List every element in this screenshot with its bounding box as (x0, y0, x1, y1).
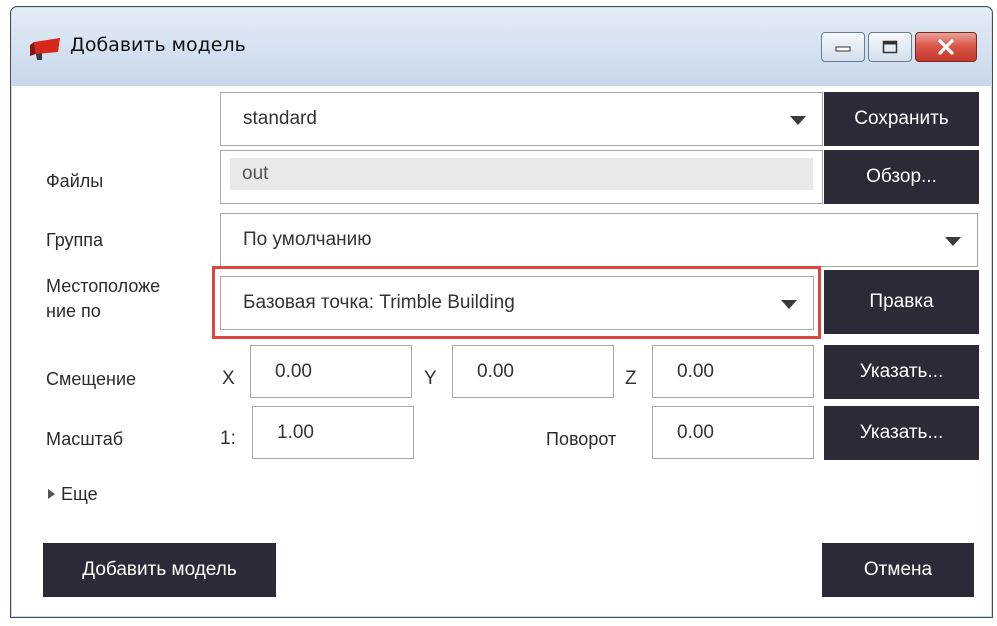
group-value: По умолчанию (243, 229, 372, 250)
dialog-body: standard Сохранить Файлы out Обзор... Гр… (12, 86, 991, 616)
minimize-icon (835, 46, 851, 52)
offset-z-input[interactable]: 0.00 (652, 345, 814, 398)
scale-prefix: 1: (220, 428, 236, 449)
pick-scale-button[interactable]: Указать... (824, 406, 979, 460)
location-select[interactable]: Базовая точка: Trimble Building (220, 276, 814, 330)
save-button[interactable]: Сохранить (824, 92, 979, 146)
rotation-label: Поворот (546, 429, 617, 449)
chevron-down-icon (945, 237, 961, 246)
more-label: Еще (61, 484, 98, 504)
offset-y-label: Y (424, 368, 437, 389)
scale-label: Масштаб (46, 429, 124, 449)
browse-button[interactable]: Обзор... (824, 150, 979, 204)
offset-label: Смещение (46, 369, 137, 389)
location-label-line1: Местоположе (46, 276, 161, 296)
location-value: Базовая точка: Trimble Building (243, 292, 515, 313)
window-title: Добавить модель (70, 34, 246, 56)
group-label: Группа (46, 230, 104, 250)
maximize-button[interactable] (868, 32, 912, 62)
add-model-dialog: Добавить модель standard Сохранить Файлы (10, 6, 993, 618)
offset-y-input[interactable]: 0.00 (452, 345, 614, 398)
offset-x-label: X (222, 368, 235, 389)
scale-input[interactable]: 1.00 (252, 406, 414, 459)
location-label: Местоположе ние по (46, 274, 160, 324)
template-value: standard (243, 108, 317, 129)
pick-offset-button[interactable]: Указать... (824, 345, 979, 399)
more-expander[interactable]: Еще (48, 484, 98, 505)
minimize-button[interactable] (821, 32, 865, 62)
close-icon (938, 39, 954, 55)
cancel-button[interactable]: Отмена (822, 543, 974, 597)
edit-button[interactable]: Правка (824, 270, 979, 334)
app-logo-icon (30, 38, 60, 60)
template-select[interactable]: standard (220, 92, 823, 146)
location-label-line2: ние по (46, 301, 101, 321)
title-bar[interactable]: Добавить модель (12, 8, 991, 86)
rotation-input[interactable]: 0.00 (652, 406, 814, 459)
offset-z-label: Z (625, 368, 637, 389)
add-model-button[interactable]: Добавить модель (43, 543, 276, 597)
chevron-down-icon (781, 300, 797, 309)
group-select[interactable]: По умолчанию (220, 213, 978, 267)
offset-x-input[interactable]: 0.00 (250, 345, 412, 398)
files-field[interactable]: out (220, 150, 823, 204)
maximize-icon (882, 40, 898, 54)
expand-right-icon (48, 489, 55, 499)
files-path-value: out (230, 158, 813, 190)
chevron-down-icon (790, 116, 806, 125)
close-button[interactable] (915, 32, 977, 62)
files-label: Файлы (46, 171, 104, 191)
